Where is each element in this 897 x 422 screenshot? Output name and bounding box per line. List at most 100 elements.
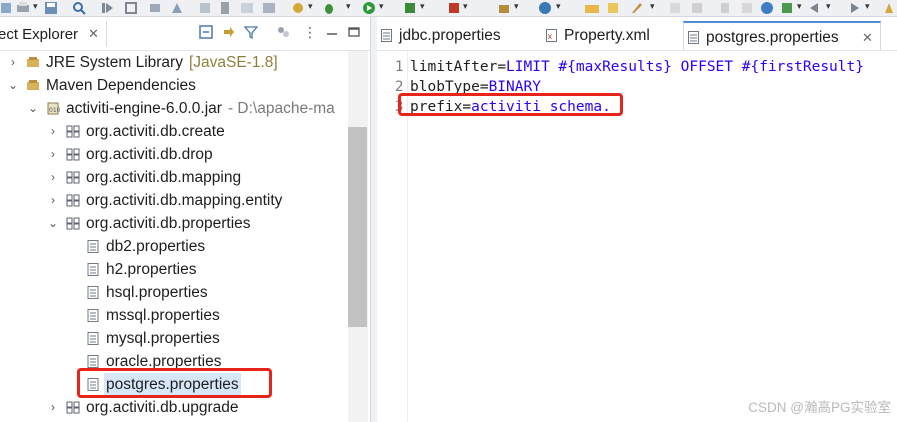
tree-item[interactable]: › org.activiti.db.mapping.entity <box>0 189 348 212</box>
run-green-icon[interactable] <box>362 1 376 15</box>
new-package-icon[interactable] <box>497 1 511 15</box>
tree-item[interactable]: ⌄ 010 activiti-engine-6.0.0.jar - D:\apache… <box>0 97 348 120</box>
chevron-down-icon[interactable]: ⌄ <box>8 74 18 97</box>
pin-icon[interactable] <box>882 1 896 15</box>
tab-postgres-properties[interactable]: postgres.properties ✕ <box>683 21 881 50</box>
task-icon[interactable] <box>690 1 704 15</box>
new-java-icon[interactable] <box>170 1 184 15</box>
file-icon <box>87 240 99 253</box>
view-menu-icon[interactable]: ⋮ <box>303 25 317 39</box>
block-icon[interactable] <box>740 1 754 15</box>
close-icon[interactable]: ✕ <box>862 23 873 52</box>
save-icon[interactable] <box>44 1 58 15</box>
properties-editor: jdbc.properties x Property.xml postgres.… <box>377 17 897 422</box>
search-icon[interactable] <box>72 1 86 15</box>
tree-item-text: org.activiti.db.drop <box>86 146 213 163</box>
save-all-icon[interactable] <box>0 1 12 15</box>
skip-icon[interactable] <box>100 1 114 15</box>
tree-item-text: mysql.properties <box>106 330 220 347</box>
explorer-scroll-thumb[interactable] <box>348 127 367 327</box>
property-key: limitAfter <box>410 59 498 75</box>
tree-item[interactable]: hsql.properties <box>0 281 348 304</box>
dropdown-arrow-icon[interactable]: ▾ <box>463 1 468 12</box>
chevron-right-icon[interactable]: › <box>8 51 18 74</box>
chevron-down-icon[interactable]: ⌄ <box>28 97 38 120</box>
tree-item-label: org.activiti.db.mapping <box>84 166 243 189</box>
publish-icon[interactable] <box>780 1 794 15</box>
tree-item[interactable]: h2.properties <box>0 258 348 281</box>
focus-icon[interactable] <box>276 25 290 39</box>
coverage-icon[interactable] <box>403 1 417 15</box>
print-icon[interactable] <box>16 1 30 15</box>
tree-item[interactable]: db2.properties <box>0 235 348 258</box>
stop-icon[interactable] <box>447 1 461 15</box>
tree-item[interactable]: ⌄ org.activiti.db.properties <box>0 212 348 235</box>
tree-item[interactable]: › org.activiti.db.upgrade <box>0 396 348 419</box>
maximize-icon[interactable] <box>347 25 361 39</box>
file-icon <box>87 332 99 345</box>
close-icon[interactable]: ✕ <box>88 26 99 42</box>
library-icon <box>27 57 39 67</box>
tree-item[interactable]: › org.activiti.db.create <box>0 120 348 143</box>
launch-icon[interactable] <box>198 1 212 15</box>
tab-property-xml[interactable]: x Property.xml <box>542 21 682 50</box>
tree-item-text: activiti-engine-6.0.0.jar <box>66 100 222 117</box>
back-icon[interactable] <box>808 1 822 15</box>
server-icon[interactable] <box>218 1 232 15</box>
terminal-icon[interactable] <box>262 1 276 15</box>
edit-icon[interactable] <box>606 1 620 15</box>
package-icon <box>66 401 80 414</box>
dropdown-arrow-icon[interactable]: ▾ <box>346 1 351 12</box>
dropdown-arrow-icon[interactable]: ▾ <box>556 1 561 12</box>
collapse-all-icon[interactable] <box>199 25 213 39</box>
minimize-icon[interactable] <box>325 25 339 39</box>
filter-icon[interactable] <box>244 25 258 39</box>
dropdown-arrow-icon[interactable]: ▾ <box>826 1 831 12</box>
explorer-tab-label: ect Explorer <box>0 26 79 43</box>
tree-item[interactable]: mysql.properties <box>0 327 348 350</box>
link-editor-icon[interactable] <box>222 25 236 39</box>
build-icon[interactable] <box>124 1 138 15</box>
tree-item-label: JRE System Library [JavaSE-1.8] <box>44 51 280 74</box>
spring-icon[interactable] <box>538 1 552 15</box>
dropdown-arrow-icon[interactable]: ▾ <box>514 1 519 12</box>
chevron-down-icon[interactable]: ⌄ <box>48 212 58 235</box>
tree-item-label: Maven Dependencies <box>44 74 198 97</box>
external-tools-icon[interactable] <box>290 1 306 15</box>
tree-item[interactable]: mssql.properties <box>0 304 348 327</box>
tab-project-explorer[interactable]: ect Explorer ✕ <box>0 21 107 47</box>
dropdown-arrow-icon[interactable]: ▾ <box>865 1 870 12</box>
open-type-icon[interactable] <box>148 1 162 15</box>
folder-open-icon[interactable] <box>584 1 600 15</box>
tab-label: jdbc.properties <box>399 27 501 44</box>
package-icon <box>66 148 80 161</box>
tree-item[interactable]: › JRE System Library [JavaSE-1.8] <box>0 51 348 74</box>
tree-item-label: db2.properties <box>104 235 207 258</box>
code-line[interactable]: limitAfter=LIMIT #{maxResults} OFFSET #{… <box>410 57 864 77</box>
package-icon <box>66 194 80 207</box>
chevron-right-icon[interactable]: › <box>48 396 58 419</box>
tree-item-label: org.activiti.db.upgrade <box>84 396 241 419</box>
chevron-right-icon[interactable]: › <box>48 120 58 143</box>
tree-item-text: org.activiti.db.upgrade <box>86 399 239 416</box>
tree-item[interactable]: › org.activiti.db.drop <box>0 143 348 166</box>
chevron-right-icon[interactable]: › <box>48 166 58 189</box>
brush-icon[interactable] <box>630 1 644 15</box>
dropdown-arrow-icon[interactable]: ▾ <box>379 1 384 12</box>
tab-jdbc-properties[interactable]: jdbc.properties <box>377 21 547 50</box>
tree-item[interactable]: ⌄ Maven Dependencies <box>0 74 348 97</box>
annotation-icon[interactable] <box>668 1 682 15</box>
dropdown-arrow-icon[interactable]: ▾ <box>797 1 802 12</box>
dropdown-arrow-icon[interactable]: ▾ <box>650 1 655 12</box>
dropdown-arrow-icon[interactable]: ▾ <box>308 1 313 12</box>
console-icon[interactable] <box>240 1 254 15</box>
dropdown-arrow-icon[interactable]: ▾ <box>420 1 425 12</box>
chevron-right-icon[interactable]: › <box>48 143 58 166</box>
paragraph-icon[interactable] <box>718 1 732 15</box>
dropdown-arrow-icon[interactable]: ▾ <box>33 1 38 12</box>
debug-bug-icon[interactable] <box>322 1 336 15</box>
globe-icon[interactable] <box>760 1 774 15</box>
forward-icon[interactable] <box>847 1 861 15</box>
chevron-right-icon[interactable]: › <box>48 189 58 212</box>
tree-item[interactable]: › org.activiti.db.mapping <box>0 166 348 189</box>
